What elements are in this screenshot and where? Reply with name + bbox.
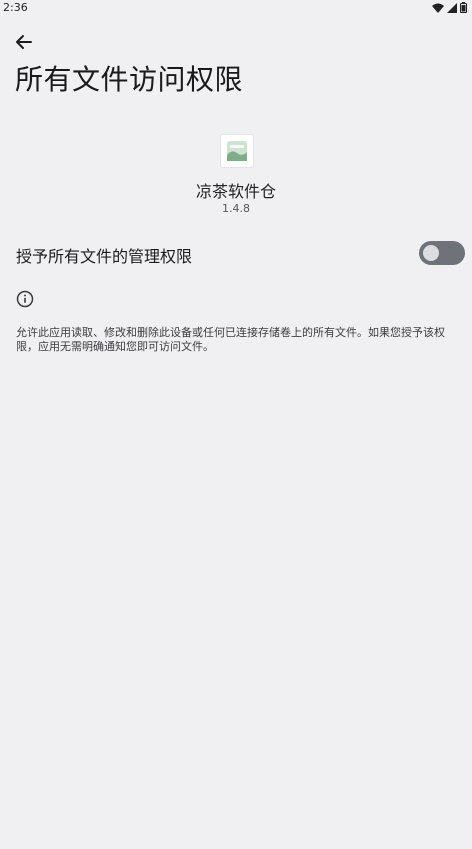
page-title: 所有文件访问权限 bbox=[15, 63, 244, 96]
info-icon bbox=[16, 290, 34, 308]
back-button[interactable] bbox=[12, 30, 36, 54]
battery-icon bbox=[460, 2, 467, 13]
status-time: 2:36 bbox=[3, 1, 28, 14]
app-name: 凉茶软件仓 bbox=[195, 182, 276, 201]
toggle-knob bbox=[423, 245, 439, 261]
permission-toggle[interactable] bbox=[419, 241, 465, 265]
app-icon bbox=[221, 135, 253, 167]
app-logo-icon bbox=[227, 141, 247, 161]
arrow-back-icon bbox=[16, 35, 32, 49]
permission-description: 允许此应用读取、修改和删除此设备或任何已连接存储卷上的所有文件。如果您授予该权限… bbox=[16, 326, 445, 353]
all-files-permission-row[interactable]: 授予所有文件的管理权限 bbox=[0, 230, 472, 276]
permission-label: 授予所有文件的管理权限 bbox=[16, 247, 193, 266]
cell-signal-icon bbox=[447, 2, 457, 13]
app-version: 1.4.8 bbox=[222, 202, 250, 215]
status-icons bbox=[432, 2, 467, 13]
wifi-icon bbox=[432, 3, 444, 13]
status-bar: 2:36 bbox=[0, 0, 472, 16]
